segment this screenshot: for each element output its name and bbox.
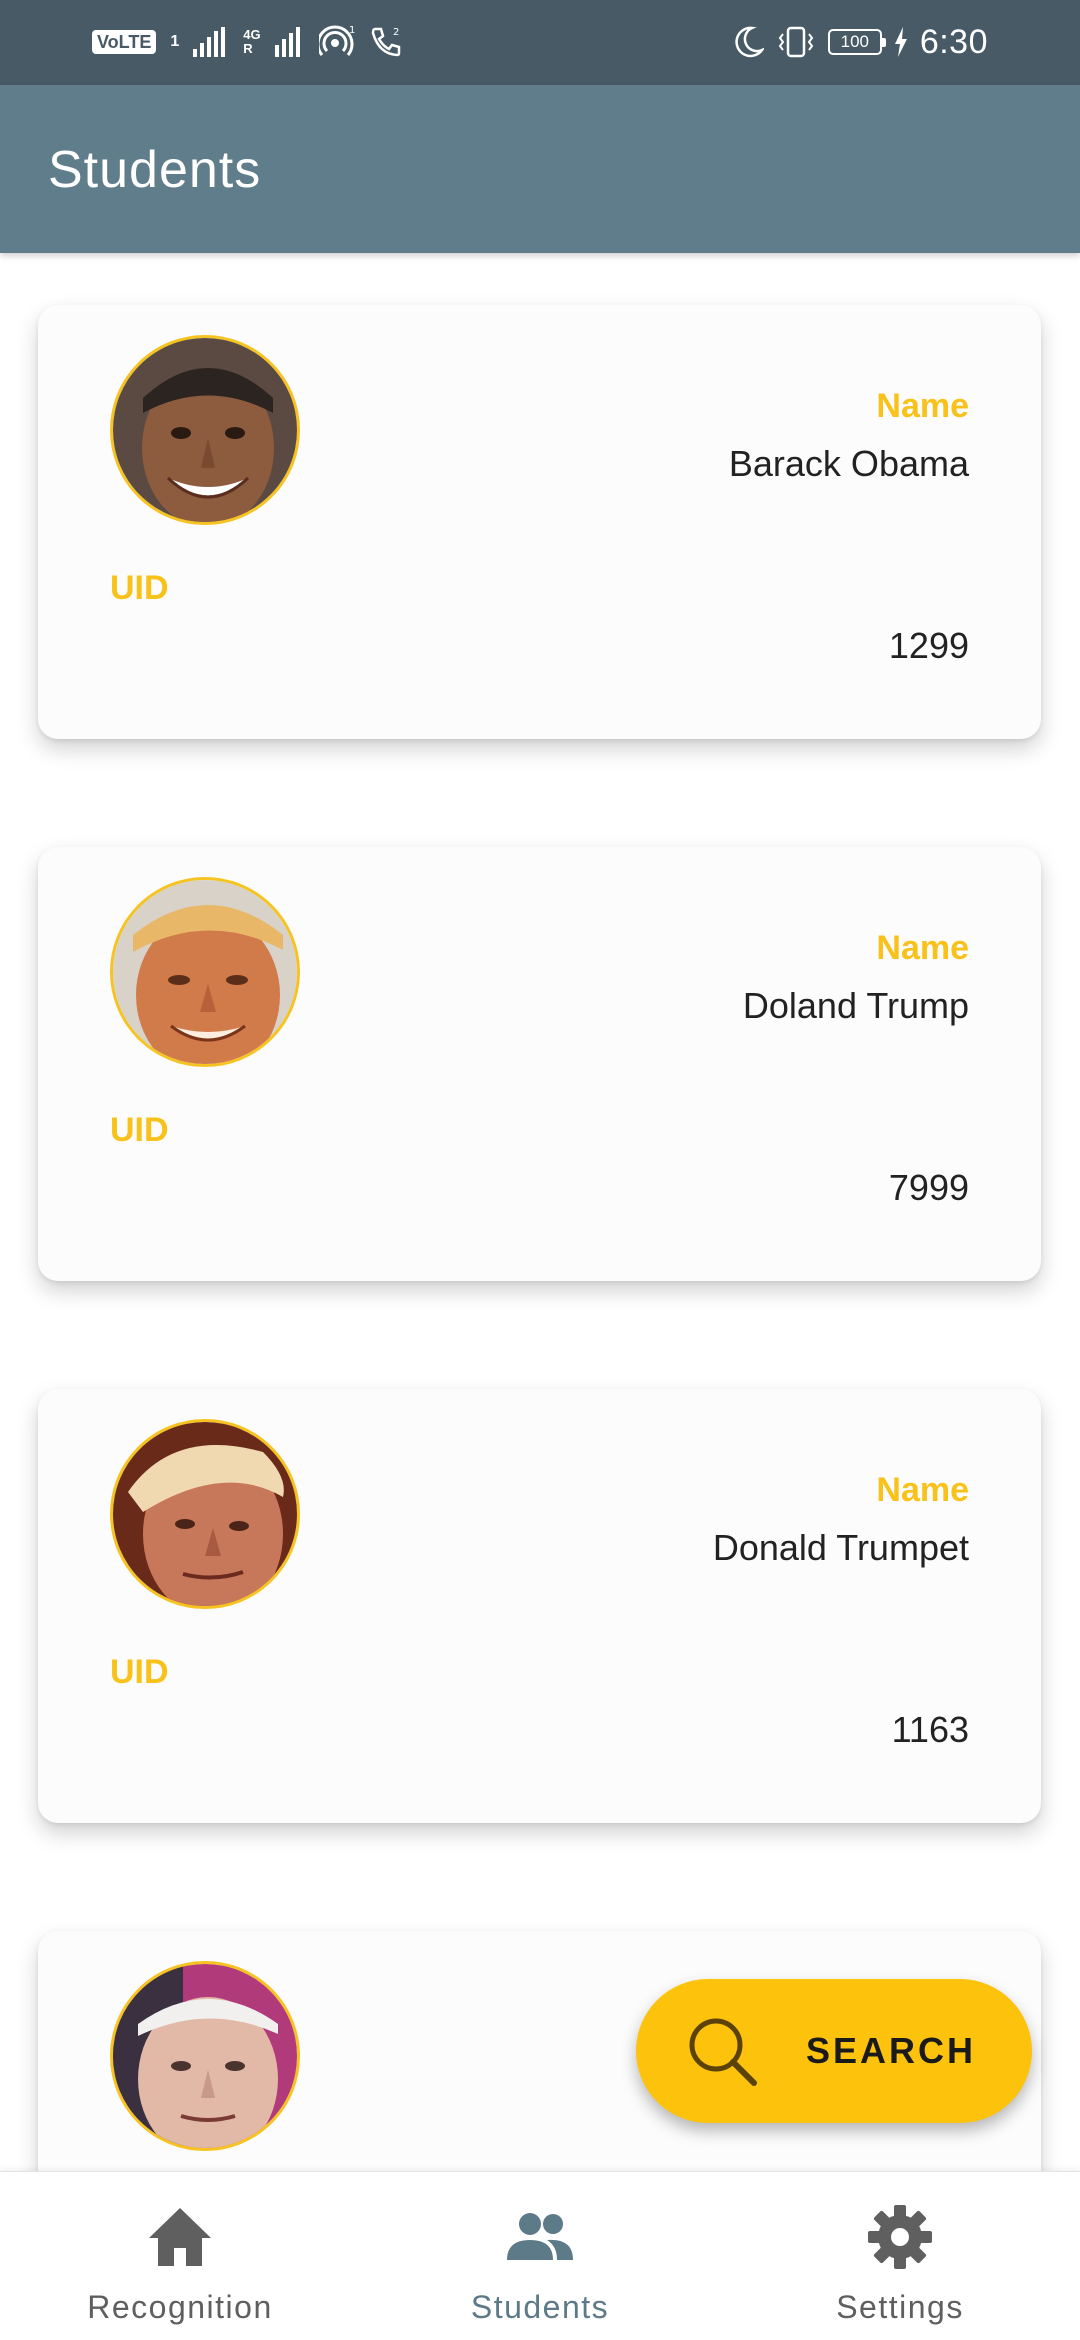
student-avatar: [110, 877, 300, 1067]
sim-indicator: 1: [170, 33, 180, 50]
nav-item-recognition[interactable]: Recognition: [0, 2172, 360, 2340]
signal-icon: [193, 27, 229, 57]
status-left-group: VoLTE 1 4G R 1 2: [92, 22, 403, 62]
signal-icon-2: [274, 27, 305, 57]
student-uid: 1299: [888, 625, 969, 666]
battery-indicator: 100: [827, 29, 886, 55]
student-card[interactable]: Name Donald Trumpet UID 1163: [38, 1389, 1041, 1823]
page-title: Students: [48, 141, 262, 199]
network-type: 4G R: [243, 28, 260, 56]
student-list[interactable]: Name Barack Obama UID 1299 Name Doland T…: [0, 253, 1080, 2171]
student-name: Donald Trumpet: [712, 1527, 969, 1568]
nav-label: Settings: [836, 2289, 964, 2325]
network-label: 4G: [243, 27, 261, 42]
clock: 6:30: [919, 22, 988, 61]
volte-badge: VoLTE: [92, 30, 157, 54]
call-icon: 2: [369, 25, 403, 59]
student-name: Doland Trump: [742, 985, 969, 1026]
search-button[interactable]: SEARCH: [636, 1979, 1032, 2123]
search-button-label: SEARCH: [806, 2030, 977, 2071]
network-sub-label: R: [243, 41, 253, 56]
svg-text:2: 2: [393, 27, 399, 38]
hotspot-icon: 1: [318, 25, 355, 59]
student-uid: 7999: [888, 1167, 969, 1208]
nav-label: Students: [470, 2289, 610, 2325]
nav-item-students[interactable]: Students: [360, 2172, 720, 2340]
charging-icon: [894, 27, 908, 57]
name-label: Name: [876, 1471, 969, 1509]
vibrate-icon: [776, 26, 816, 58]
home-icon: [145, 2202, 215, 2272]
name-label: Name: [876, 929, 969, 967]
name-label: Name: [876, 387, 969, 425]
uid-label: UID: [110, 1653, 169, 1691]
student-avatar: [110, 1419, 300, 1609]
nav-item-settings[interactable]: Settings: [720, 2172, 1080, 2340]
status-bar: VoLTE 1 4G R 1 2 100 6:30: [0, 0, 1080, 85]
student-avatar: [110, 335, 300, 525]
uid-label: UID: [110, 569, 169, 607]
gear-icon: [865, 2202, 935, 2272]
student-name: Barack Obama: [728, 443, 969, 484]
moon-icon: [734, 26, 764, 58]
svg-text:1: 1: [349, 25, 355, 36]
student-card[interactable]: Name Doland Trump UID 7999: [38, 847, 1041, 1281]
uid-label: UID: [110, 1111, 169, 1149]
student-card[interactable]: Name Barack Obama UID 1299: [38, 305, 1041, 739]
bottom-nav: Recognition Students Settings: [0, 2171, 1080, 2340]
search-icon: [684, 2013, 760, 2089]
app-screen: VoLTE 1 4G R 1 2 100 6:30 Students Name …: [0, 0, 1080, 2340]
status-right-group: 100 6:30: [734, 20, 988, 64]
student-uid: 1163: [891, 1709, 969, 1750]
people-icon: [505, 2202, 575, 2272]
student-avatar: [110, 1961, 300, 2151]
nav-label: Recognition: [87, 2289, 273, 2325]
app-bar: Students: [0, 85, 1080, 253]
